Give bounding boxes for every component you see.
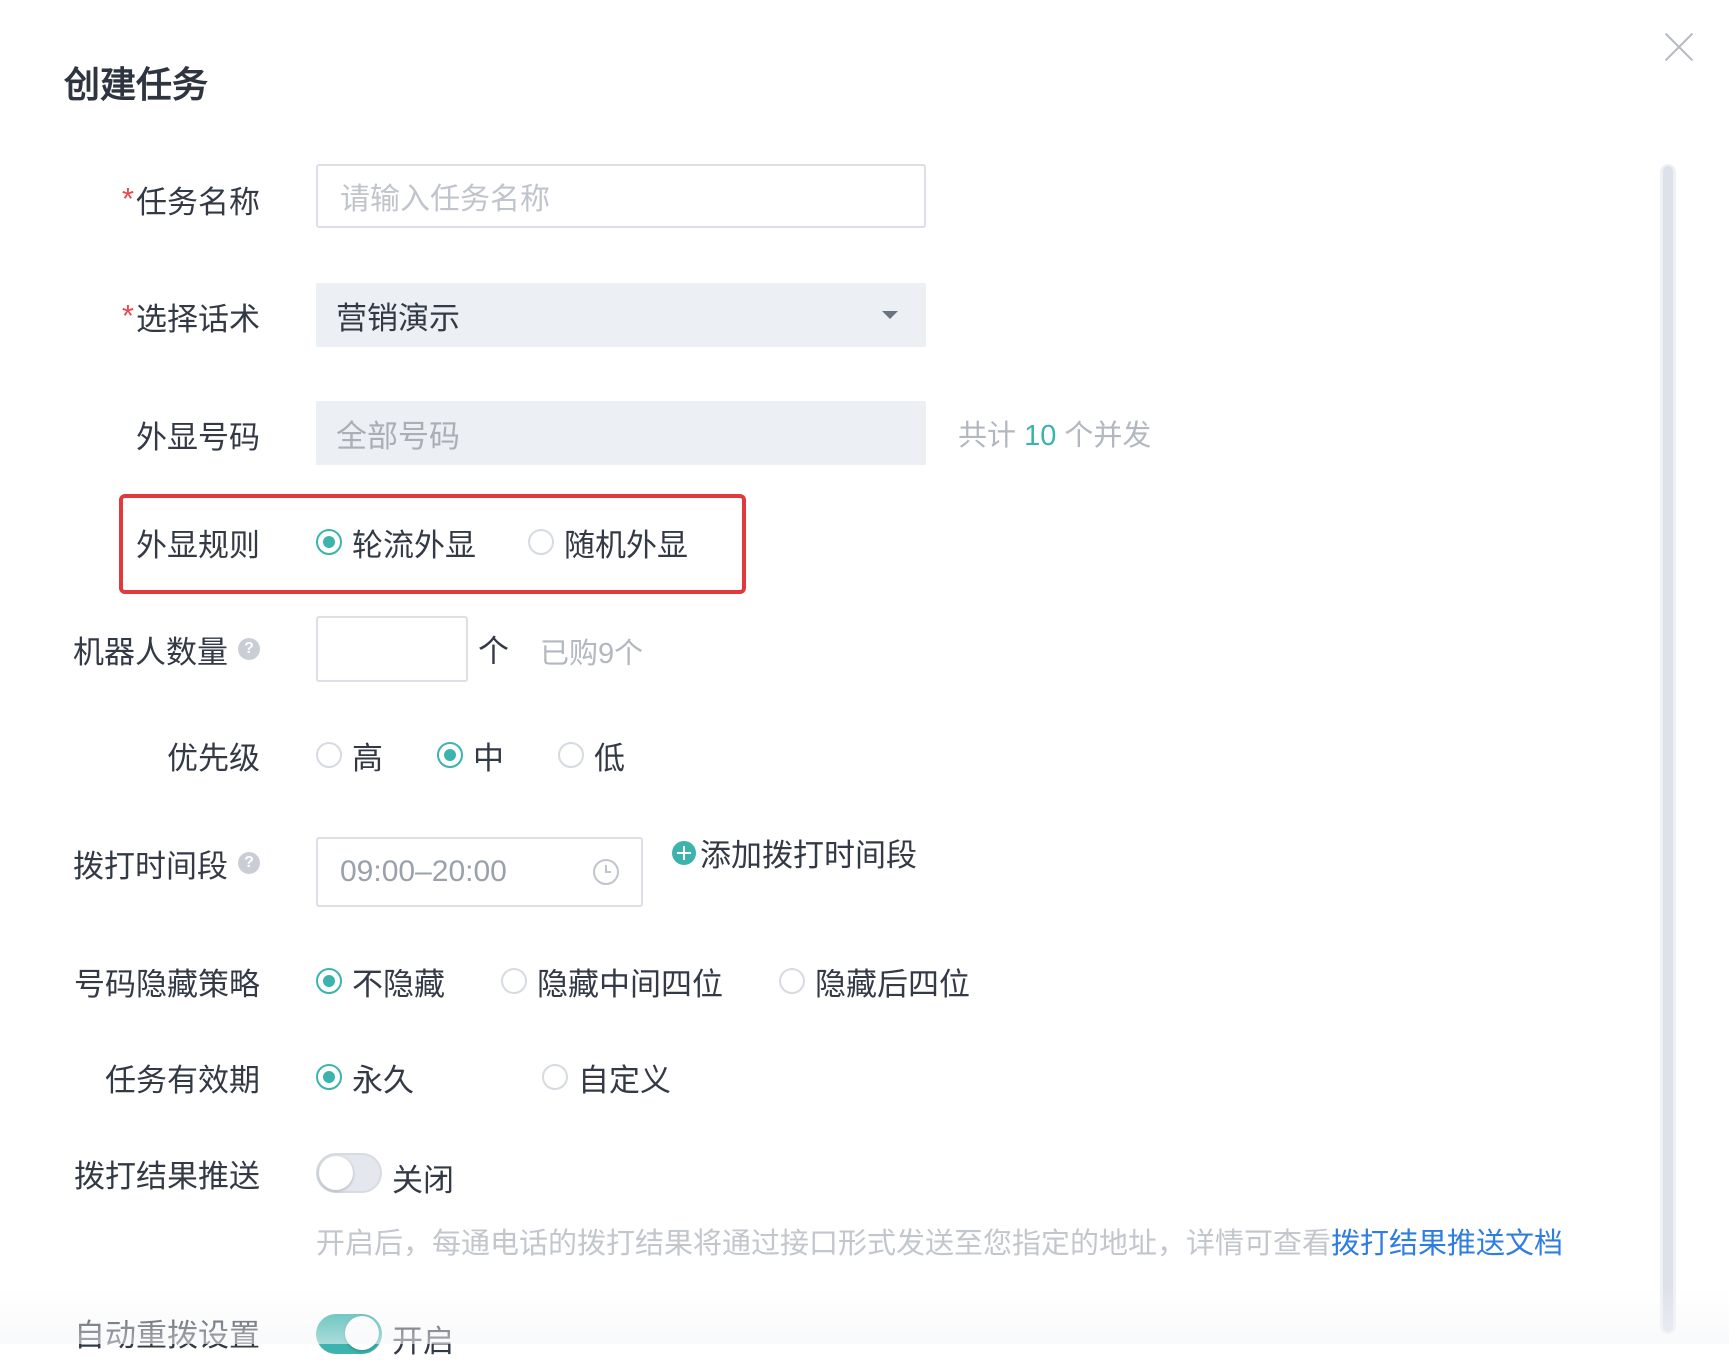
call-period-label: 拨打时间段 ? (73, 831, 260, 895)
caller-id-value: 全部号码 (336, 418, 460, 454)
robot-purchased-note: 已购9个 (540, 638, 644, 670)
radio-custom-dot[interactable] (542, 1064, 568, 1090)
radio-rotate-dot[interactable] (316, 529, 342, 555)
help-icon[interactable]: ? (238, 852, 260, 874)
robot-count-input[interactable] (316, 616, 468, 682)
script-select[interactable]: 营销演示 (316, 283, 926, 347)
result-push-toggle[interactable] (316, 1153, 382, 1193)
call-period-label-text: 拨打时间段 (73, 848, 228, 884)
radio-priority-low-label: 低 (594, 740, 625, 776)
script-select-value: 营销演示 (336, 300, 460, 336)
result-push-label: 拨打结果推送 (74, 1158, 260, 1194)
robot-count-label: 机器人数量 ? (73, 617, 260, 681)
radio-hide-middle-label: 隐藏中间四位 (537, 966, 723, 1002)
concurrency-note-prefix: 共计 (958, 420, 1025, 452)
radio-hide-last[interactable]: 隐藏后四位 (779, 959, 970, 1004)
plus-circle-icon (672, 840, 696, 865)
script-label: * 选择话术 (122, 284, 260, 348)
result-push-note-text: 开启后，每通电话的拨打结果将通过接口形式发送至您指定的地址，详情可查看 (316, 1228, 1332, 1260)
radio-priority-medium-dot[interactable] (437, 742, 463, 768)
radio-priority-medium-label: 中 (473, 740, 504, 776)
radio-random[interactable]: 随机外显 (528, 520, 688, 565)
task-name-input[interactable]: 请输入任务名称 (316, 164, 926, 228)
radio-priority-high-label: 高 (352, 740, 383, 776)
help-icon[interactable]: ? (238, 638, 260, 660)
number-hiding-radio-group: 不隐藏 隐藏中间四位 隐藏后四位 (316, 949, 970, 1013)
result-push-note: 开启后，每通电话的拨打结果将通过接口形式发送至您指定的地址，详情可查看拨打结果推… (316, 1220, 1563, 1262)
required-mark: * (121, 181, 134, 216)
radio-hide-last-dot[interactable] (779, 968, 805, 994)
auto-redial-state: 开启 (392, 1324, 454, 1359)
task-name-placeholder: 请输入任务名称 (340, 183, 550, 216)
radio-no-hide[interactable]: 不隐藏 (316, 959, 445, 1004)
priority-radio-group: 高 中 低 (316, 723, 625, 787)
number-hiding-label: 号码隐藏策略 (74, 966, 260, 1002)
radio-random-label: 随机外显 (564, 527, 688, 563)
radio-priority-high-dot[interactable] (316, 742, 342, 768)
radio-no-hide-dot[interactable] (316, 968, 342, 994)
toggle-knob (319, 1156, 353, 1190)
validity-radio-group: 永久 自定义 (316, 1045, 671, 1109)
radio-permanent-dot[interactable] (316, 1064, 342, 1090)
add-call-period-label: 添加拨打时间段 (700, 838, 917, 873)
radio-hide-last-label: 隐藏后四位 (815, 966, 970, 1002)
radio-custom[interactable]: 自定义 (542, 1055, 671, 1100)
required-mark: * (121, 298, 134, 333)
priority-label: 优先级 (167, 740, 260, 776)
radio-rotate[interactable]: 轮流外显 (316, 520, 476, 565)
close-icon[interactable] (1662, 30, 1696, 64)
auto-redial-label: 自动重拨设置 (74, 1317, 260, 1353)
caller-id-note: 共计 10 个并发 (958, 412, 1151, 454)
call-period-value: 09:00–20:00 (340, 855, 507, 888)
script-label-text: 选择话术 (136, 301, 260, 337)
radio-hide-middle-dot[interactable] (501, 968, 527, 994)
caller-rule-label: 外显规则 (136, 527, 260, 563)
radio-no-hide-label: 不隐藏 (352, 966, 445, 1002)
caller-id-select: 全部号码 (316, 401, 926, 465)
chevron-down-icon (882, 311, 898, 319)
radio-priority-high[interactable]: 高 (316, 733, 383, 778)
add-call-period-button[interactable]: 添加拨打时间段 (672, 830, 917, 875)
radio-priority-medium[interactable]: 中 (437, 733, 504, 778)
validity-label: 任务有效期 (105, 1062, 260, 1098)
clock-icon (593, 859, 619, 885)
radio-priority-low[interactable]: 低 (558, 733, 625, 778)
toggle-knob (345, 1316, 379, 1350)
radio-rotate-label: 轮流外显 (352, 527, 476, 563)
caller-rule-radio-group: 轮流外显 随机外显 (316, 510, 688, 574)
call-period-input[interactable]: 09:00–20:00 (316, 837, 643, 907)
concurrency-note-suffix: 个并发 (1056, 420, 1152, 452)
caller-id-label: 外显号码 (136, 419, 260, 455)
result-push-doc-link[interactable]: 拨打结果推送文档 (1331, 1228, 1563, 1260)
radio-random-dot[interactable] (528, 529, 554, 555)
radio-custom-label: 自定义 (578, 1062, 671, 1098)
scrollbar-thumb[interactable] (1663, 166, 1673, 1332)
dialog-title: 创建任务 (64, 64, 209, 105)
robot-count-label-text: 机器人数量 (73, 634, 228, 670)
result-push-state: 关闭 (392, 1163, 454, 1198)
task-name-label: * 任务名称 (122, 167, 260, 231)
concurrency-count: 10 (1024, 420, 1057, 452)
radio-hide-middle[interactable]: 隐藏中间四位 (501, 959, 723, 1004)
radio-permanent[interactable]: 永久 (316, 1055, 414, 1100)
radio-priority-low-dot[interactable] (558, 742, 584, 768)
auto-redial-toggle[interactable] (316, 1314, 382, 1354)
robot-count-unit: 个 (478, 634, 509, 669)
task-name-label-text: 任务名称 (136, 184, 260, 220)
radio-permanent-label: 永久 (352, 1062, 414, 1098)
